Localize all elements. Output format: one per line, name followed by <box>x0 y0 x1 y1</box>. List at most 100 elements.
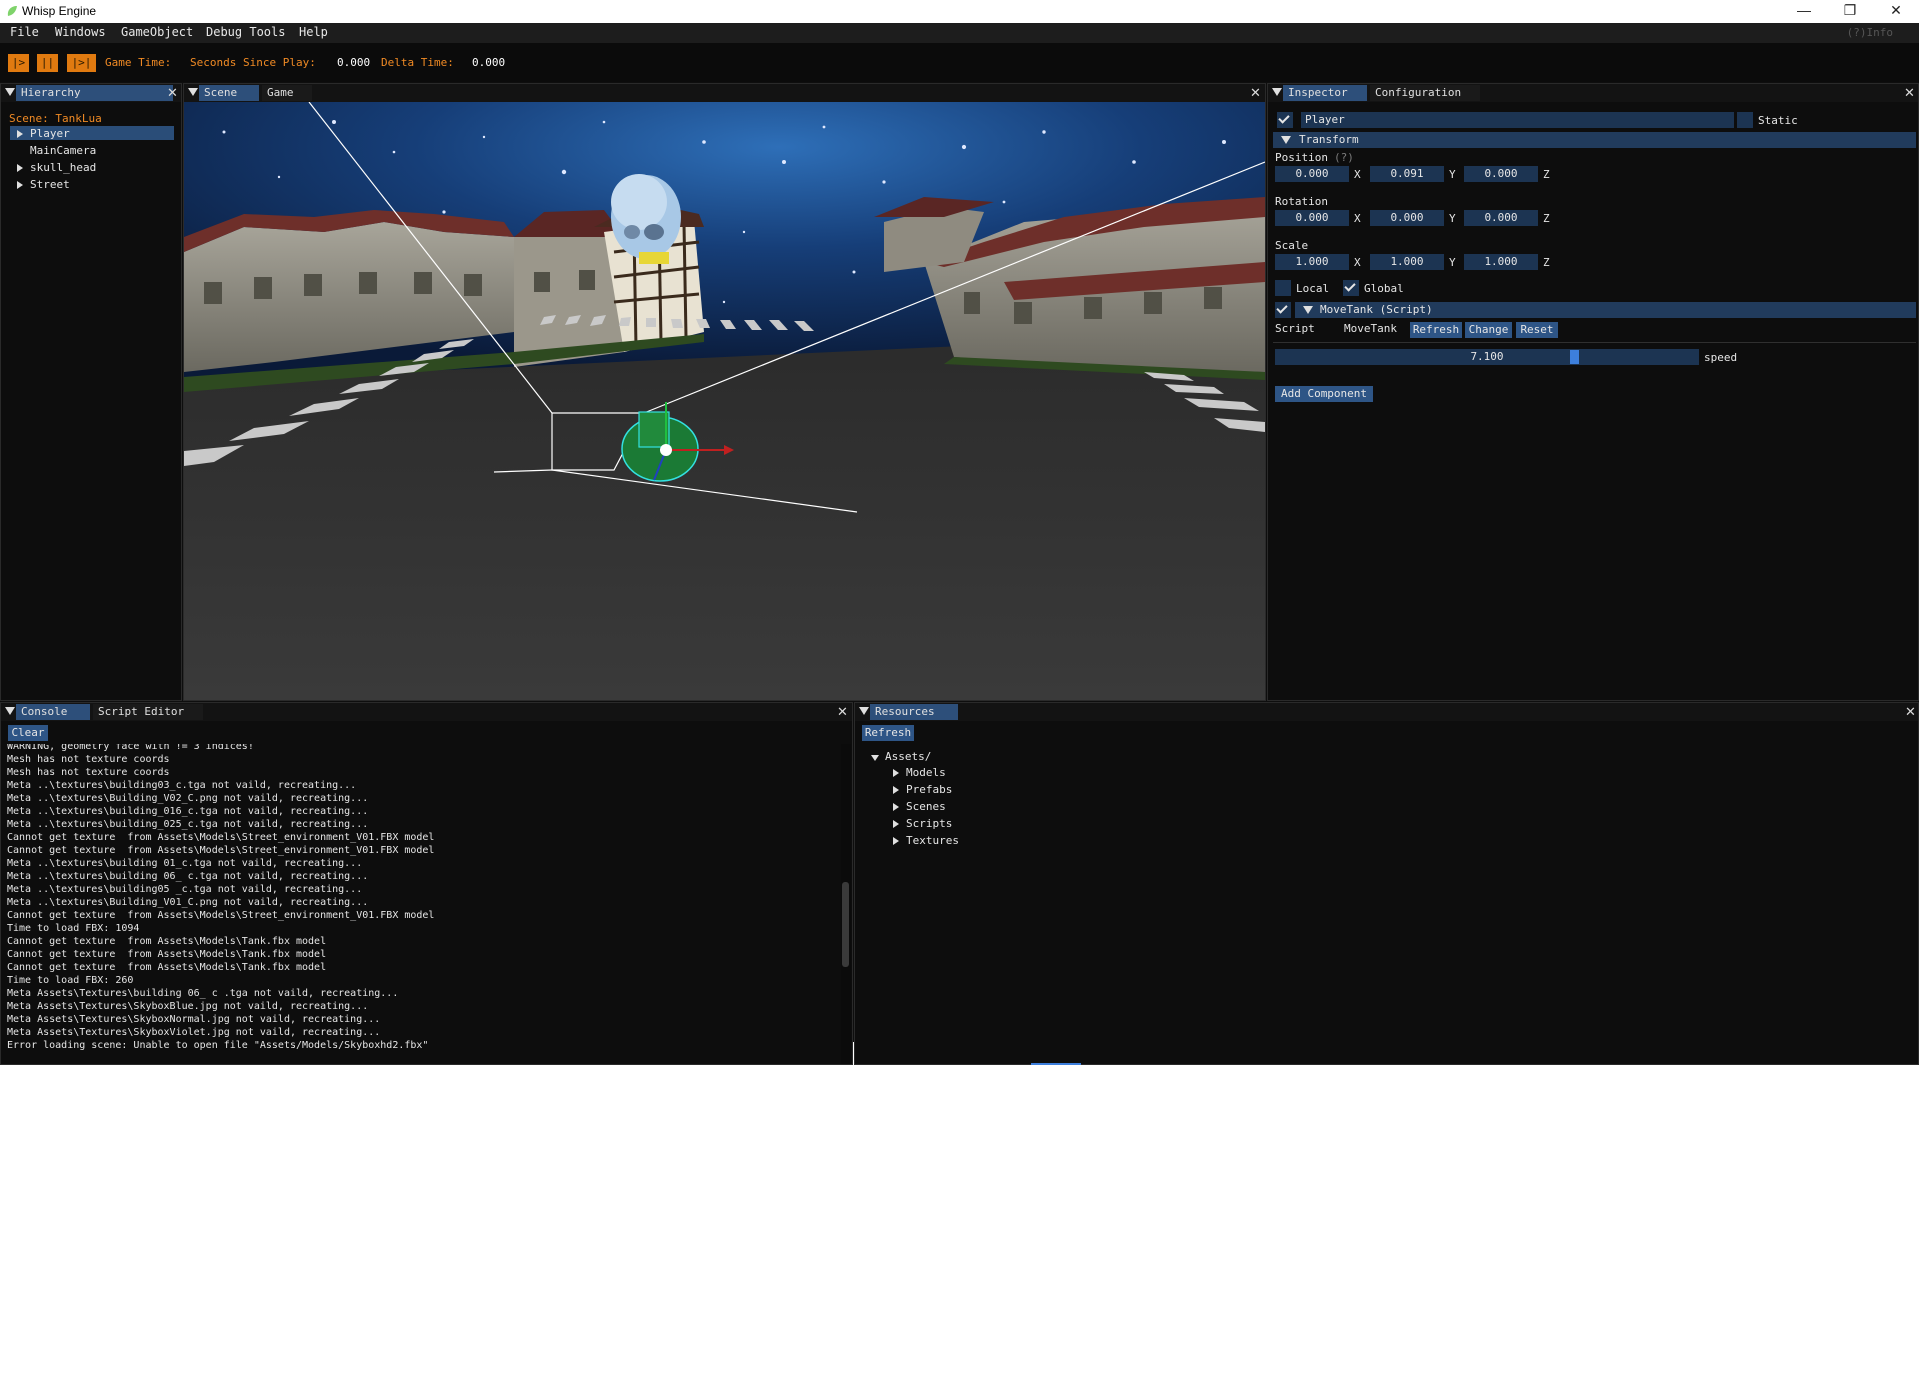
collapse-triangle-icon[interactable] <box>859 707 869 715</box>
menu-debug-tools[interactable]: Debug Tools <box>206 25 285 39</box>
change-script-button[interactable]: Change <box>1465 322 1512 338</box>
expand-arrow-icon[interactable] <box>893 786 899 794</box>
static-checkbox[interactable] <box>1737 112 1753 128</box>
tab-game[interactable]: Game <box>262 85 312 101</box>
speed-slider[interactable]: 7.100 <box>1275 349 1699 365</box>
tab-inspector[interactable]: Inspector <box>1283 85 1367 101</box>
position-help[interactable]: (?) <box>1334 151 1354 164</box>
restore-button[interactable]: ❐ <box>1827 0 1873 23</box>
menu-windows[interactable]: Windows <box>55 25 106 39</box>
pause-button[interactable]: || <box>37 54 58 72</box>
expand-arrow-icon[interactable] <box>893 769 899 777</box>
hierarchy-item-skull-head[interactable]: skull_head <box>30 161 96 174</box>
console-line: Meta ..\textures\Building_V02_C.png not … <box>7 793 369 804</box>
close-window-button[interactable]: ✕ <box>1873 0 1919 23</box>
folder-scripts[interactable]: Scripts <box>906 817 952 830</box>
close-hierarchy-icon[interactable]: ✕ <box>167 85 178 101</box>
step-button[interactable]: |>| <box>67 54 96 72</box>
scene-name: Scene: TankLua <box>9 112 102 125</box>
menu-gameobject[interactable]: GameObject <box>121 25 193 39</box>
collapse-triangle-icon[interactable] <box>5 88 15 96</box>
folder-textures[interactable]: Textures <box>906 834 959 847</box>
console-line: WARNING, geometry face with != 3 indices… <box>7 744 254 752</box>
position-z-field[interactable]: 0.000 <box>1464 166 1538 182</box>
close-inspector-icon[interactable]: ✕ <box>1904 85 1915 101</box>
editor-app: File Windows GameObject Debug Tools Help… <box>0 23 1919 1065</box>
refresh-resources-button[interactable]: Refresh <box>862 725 914 741</box>
tab-scene[interactable]: Scene <box>199 85 259 101</box>
hierarchy-item-maincamera[interactable]: MainCamera <box>30 144 96 157</box>
close-scene-icon[interactable]: ✕ <box>1250 85 1261 101</box>
resources-scroll-indicator[interactable] <box>1031 1063 1081 1065</box>
global-label: Global <box>1364 282 1404 295</box>
hierarchy-item-street[interactable]: Street <box>30 178 70 191</box>
scene-viewport[interactable] <box>184 102 1265 700</box>
folder-scenes[interactable]: Scenes <box>906 800 946 813</box>
hierarchy-item-player[interactable]: Player <box>30 127 70 140</box>
collapse-triangle-icon[interactable] <box>188 88 198 96</box>
speed-slider-grab[interactable] <box>1570 350 1579 364</box>
info-link[interactable]: (?)Info <box>1847 26 1893 39</box>
expand-arrow-icon[interactable] <box>17 130 23 138</box>
rotation-x-field[interactable]: 0.000 <box>1275 210 1349 226</box>
expand-arrow-icon[interactable] <box>893 803 899 811</box>
rotation-z-field[interactable]: 0.000 <box>1464 210 1538 226</box>
position-x-field[interactable]: 0.000 <box>1275 166 1349 182</box>
console-line: Time to load FBX: 1094 <box>7 923 140 934</box>
local-checkbox[interactable] <box>1275 280 1291 296</box>
collapse-triangle-icon <box>1281 136 1291 144</box>
reset-script-button[interactable]: Reset <box>1516 322 1558 338</box>
minimize-button[interactable]: — <box>1781 0 1827 23</box>
console-line: Meta ..\textures\building 06_ c.tga not … <box>7 871 369 882</box>
console-line: Meta Assets\Textures\building 06_ c .tga… <box>7 988 399 999</box>
scale-x-field[interactable]: 1.000 <box>1275 254 1349 270</box>
expand-arrow-icon[interactable] <box>893 820 899 828</box>
folder-assets[interactable]: Assets/ <box>885 750 931 763</box>
folder-prefabs[interactable]: Prefabs <box>906 783 952 796</box>
folder-models[interactable]: Models <box>906 766 946 779</box>
expand-arrow-icon[interactable] <box>17 181 23 189</box>
menu-file[interactable]: File <box>10 25 39 39</box>
active-checkbox[interactable] <box>1277 112 1293 128</box>
console-line: Meta ..\textures\building_025_c.tga not … <box>7 819 369 830</box>
add-component-button[interactable]: Add Component <box>1275 386 1373 402</box>
console-panel: Console Script Editor ✕ Clear WARNING, g… <box>0 702 853 1065</box>
tab-resources[interactable]: Resources <box>870 704 958 720</box>
expand-triangle-icon[interactable] <box>871 755 879 761</box>
collapse-triangle-icon[interactable] <box>5 707 15 715</box>
rotation-y-field[interactable]: 0.000 <box>1370 210 1444 226</box>
collapse-triangle-icon[interactable] <box>1272 88 1282 96</box>
expand-arrow-icon[interactable] <box>893 837 899 845</box>
console-scrollbar[interactable] <box>841 744 851 1064</box>
collapse-triangle-icon <box>1303 306 1313 314</box>
script-header[interactable]: MoveTank (Script) <box>1295 302 1916 318</box>
script-enabled-checkbox[interactable] <box>1275 302 1291 318</box>
rotation-label: Rotation <box>1275 195 1328 208</box>
menu-help[interactable]: Help <box>299 25 328 39</box>
close-console-icon[interactable]: ✕ <box>837 704 848 720</box>
close-resources-icon[interactable]: ✕ <box>1905 704 1916 720</box>
tab-script-editor[interactable]: Script Editor <box>93 704 203 720</box>
play-button[interactable]: |> <box>8 54 29 72</box>
tab-console[interactable]: Console <box>16 704 90 720</box>
scale-y-field[interactable]: 1.000 <box>1370 254 1444 270</box>
position-y-field[interactable]: 0.091 <box>1370 166 1444 182</box>
transform-header[interactable]: Transform <box>1273 132 1916 148</box>
clear-console-button[interactable]: Clear <box>8 725 48 741</box>
console-line: Cannot get texture from Assets\Models\St… <box>7 845 435 856</box>
object-name-field[interactable]: Player <box>1301 112 1734 128</box>
tab-configuration[interactable]: Configuration <box>1370 85 1480 101</box>
console-line: Meta Assets\Textures\SkyboxBlue.jpg not … <box>7 1001 369 1012</box>
axis-z-label: Z <box>1543 256 1550 269</box>
script-name: MoveTank <box>1344 322 1397 335</box>
tab-hierarchy[interactable]: Hierarchy <box>16 85 173 101</box>
resources-panel: Resources ✕ Refresh Assets/ Models Prefa… <box>854 702 1919 1065</box>
refresh-script-button[interactable]: Refresh <box>1410 322 1462 338</box>
global-checkbox[interactable] <box>1343 280 1359 296</box>
console-scrollbar-thumb[interactable] <box>842 882 849 967</box>
window-title: Whisp Engine <box>22 4 97 18</box>
scale-label: Scale <box>1275 239 1309 252</box>
expand-arrow-icon[interactable] <box>17 164 23 172</box>
scale-z-field[interactable]: 1.000 <box>1464 254 1538 270</box>
position-label: Position <box>1275 151 1328 164</box>
